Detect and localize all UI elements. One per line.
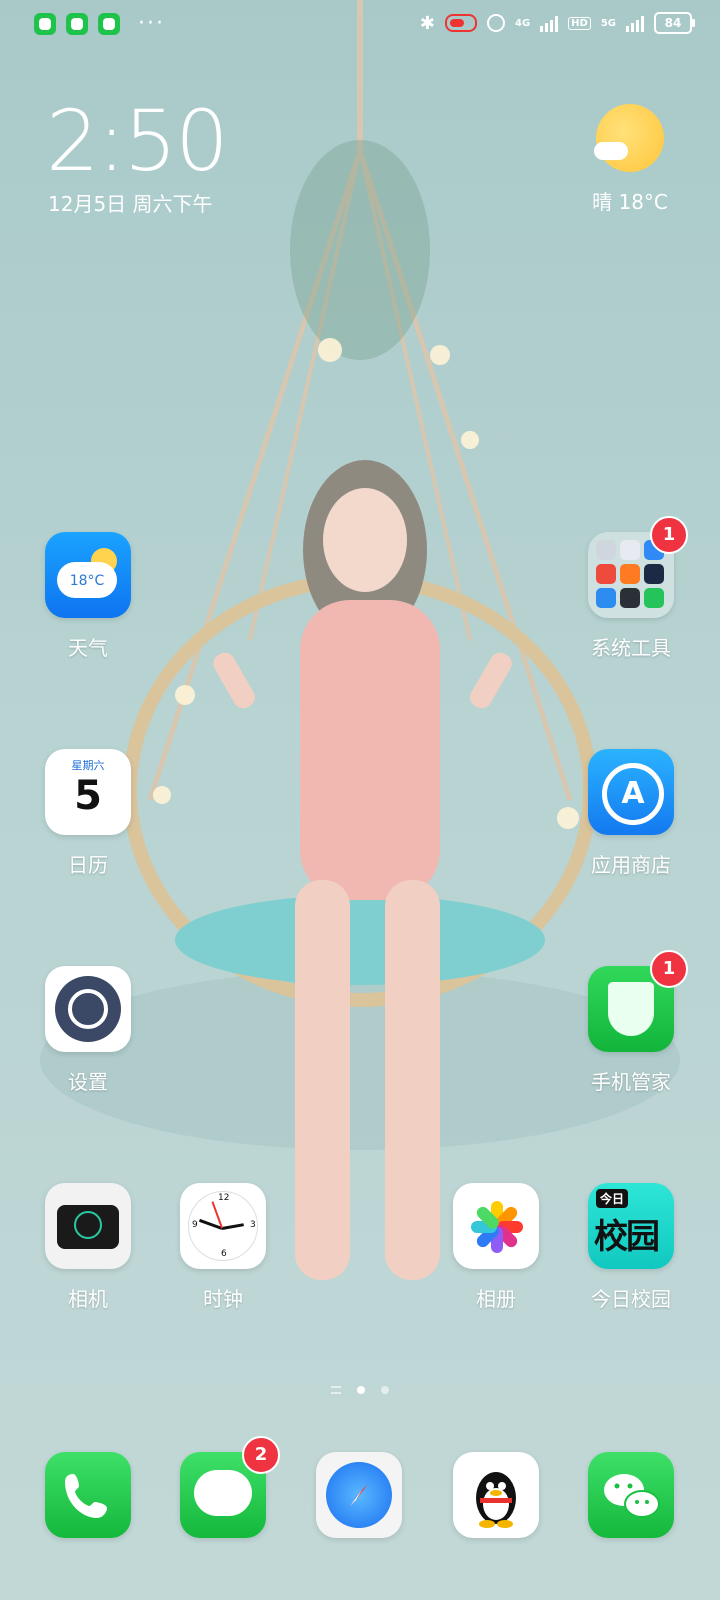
app-label-settings: 设置: [68, 1070, 108, 1094]
more-notifications-icon: ···: [138, 11, 165, 36]
message-app-icon: [66, 13, 88, 35]
weather-summary: 晴 18°C: [592, 190, 668, 214]
camera-icon: [45, 1183, 131, 1269]
app-label-clock: 时钟: [203, 1287, 243, 1311]
clock-time[interactable]: 2:50: [46, 92, 229, 190]
app-app-store[interactable]: A 应用商店: [571, 749, 691, 878]
network-4g-label: 4G: [514, 17, 531, 29]
gear-icon: [45, 966, 131, 1052]
wechat-icon: [588, 1452, 674, 1538]
shield-icon: 1: [588, 950, 688, 1052]
dock-browser[interactable]: [299, 1452, 419, 1538]
message-icon: 2: [180, 1436, 280, 1538]
phone-icon: [45, 1452, 131, 1538]
app-label-camera: 相机: [68, 1287, 108, 1311]
signal-5g-icon: [626, 14, 644, 32]
calendar-icon: 星期六 5: [45, 749, 131, 835]
app-folder-system-tools[interactable]: 1 系统工具: [571, 516, 691, 661]
shield-app-icon: [34, 13, 56, 35]
penguin-icon: [453, 1452, 539, 1538]
dock-messages[interactable]: 2: [163, 1436, 283, 1538]
compass-icon: [316, 1452, 402, 1538]
signal-4g-icon: [540, 14, 559, 32]
folder-icon: 1: [588, 516, 688, 618]
app-label-phone-manager: 手机管家: [591, 1070, 671, 1094]
app-calendar[interactable]: 星期六 5 日历: [28, 749, 148, 878]
app-label-app-store: 应用商店: [591, 853, 671, 877]
recording-pill-icon: [444, 14, 477, 32]
app-label-today-campus: 今日校园: [591, 1287, 671, 1311]
page-indicator[interactable]: [0, 1386, 720, 1394]
app-label-system-tools: 系统工具: [591, 636, 671, 660]
dock-wechat[interactable]: [571, 1452, 691, 1538]
weather-widget[interactable]: 晴 18°C: [580, 104, 680, 215]
wechat-app-icon: [98, 13, 120, 35]
app-camera[interactable]: 相机: [28, 1183, 148, 1312]
weather-icon: 18°C: [45, 532, 131, 618]
list-page-dot[interactable]: [331, 1386, 341, 1394]
bluetooth-icon: ✱: [419, 12, 435, 34]
app-today-campus[interactable]: 今日 校园 今日校园: [571, 1183, 691, 1312]
dock-phone[interactable]: [28, 1452, 148, 1538]
status-bar: ··· ✱ 4G HD 5G 84: [0, 0, 720, 50]
app-photos[interactable]: 相册: [436, 1183, 556, 1312]
campus-icon: 今日 校园: [588, 1183, 674, 1269]
notification-badge: 2: [242, 1436, 280, 1474]
hd-voice-icon: HD: [568, 16, 591, 30]
clock-date[interactable]: 12月5日 周六下午: [48, 188, 213, 217]
dock-qq[interactable]: [436, 1452, 556, 1538]
app-label-calendar: 日历: [68, 853, 108, 877]
app-clock[interactable]: 12 3 6 9 时钟: [163, 1183, 283, 1312]
app-label-photos: 相册: [476, 1287, 516, 1311]
app-label-weather: 天气: [68, 636, 108, 660]
notification-badge: 1: [650, 950, 688, 988]
sunny-weather-icon: [594, 104, 664, 172]
photos-flower-icon: [453, 1183, 539, 1269]
app-settings[interactable]: 设置: [28, 966, 148, 1095]
app-phone-manager[interactable]: 1 手机管家: [571, 950, 691, 1095]
page-dot-current[interactable]: [357, 1386, 365, 1394]
app-store-icon: A: [588, 749, 674, 835]
notification-badge: 1: [650, 516, 688, 554]
app-weather[interactable]: 18°C 天气: [28, 532, 148, 661]
network-5g-label: 5G: [600, 17, 616, 29]
clock-icon: 12 3 6 9: [180, 1183, 266, 1269]
page-dot[interactable]: [381, 1386, 389, 1394]
battery-icon: 84: [654, 12, 695, 34]
alarm-icon: [486, 14, 505, 32]
